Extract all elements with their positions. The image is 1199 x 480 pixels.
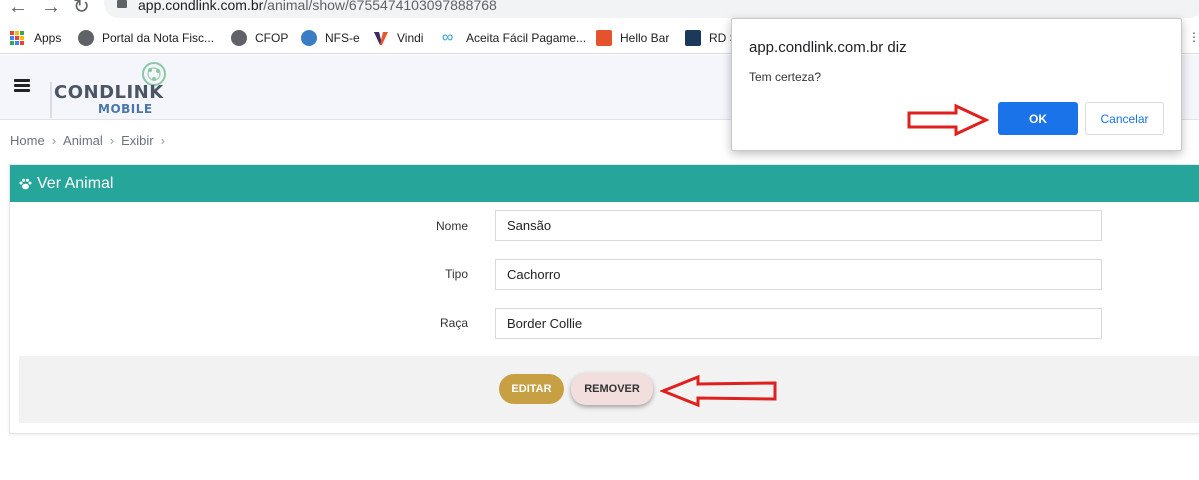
back-arrow-icon[interactable]: ← (8, 0, 28, 18)
raca-field[interactable]: Border Collie (495, 308, 1102, 339)
bookmark-nfse[interactable]: NFS-e (301, 29, 360, 47)
infinity-icon: ∞ (442, 29, 454, 46)
ok-button[interactable]: OK (998, 102, 1078, 135)
cancel-button[interactable]: Cancelar (1085, 102, 1164, 135)
forward-arrow-icon[interactable]: → (41, 0, 61, 18)
edit-button[interactable]: EDITAR (499, 374, 564, 404)
logo-divider (50, 82, 52, 118)
apps-grid-icon (10, 31, 24, 45)
lock-icon (117, 0, 127, 8)
tipo-field[interactable]: Cachorro (495, 259, 1102, 290)
paw-icon (19, 178, 32, 189)
breadcrumb-animal[interactable]: Animal (63, 133, 103, 148)
dialog-message: Tem certeza? (749, 70, 822, 84)
annotation-arrow-right-icon (907, 103, 990, 137)
panel-header: Ver Animal (10, 165, 1199, 202)
chevron-right-icon: › (160, 133, 165, 148)
bookmark-hello-bar[interactable]: Hello Bar (596, 29, 669, 47)
animal-panel: Ver Animal Nome Sansão Tipo Cachorro Raç… (9, 164, 1199, 434)
nome-field[interactable]: Sansão (495, 210, 1102, 241)
url-text[interactable]: app.condlink.com.br/animal/show/67554741… (138, 0, 497, 13)
bookmark-vindi[interactable]: Vindi (373, 29, 423, 47)
panel-title: Ver Animal (37, 174, 114, 192)
chevron-right-icon: › (109, 133, 115, 148)
globe-icon (231, 30, 247, 46)
bookmark-portal-nota-fiscal[interactable]: Portal da Nota Fisc... (78, 29, 214, 47)
logo-subtext: MOBILE (98, 102, 153, 116)
bookmark-aceita-facil[interactable]: ∞ Aceita Fácil Pagame... (442, 29, 586, 47)
chevron-right-icon: › (51, 133, 57, 148)
dialog-title: app.condlink.com.br diz (749, 39, 907, 56)
bookmark-apps[interactable]: Apps (10, 29, 61, 47)
annotation-arrow-left-icon (660, 374, 777, 408)
nfse-icon (301, 30, 317, 46)
breadcrumb-home[interactable]: Home (10, 133, 45, 148)
field-label-raca: Raça (439, 316, 468, 330)
field-label-nome: Nome (435, 219, 468, 233)
field-label-tipo: Tipo (445, 267, 468, 281)
logo-text: CONDLINK (54, 82, 164, 103)
hello-bar-icon (596, 30, 612, 46)
actions-bar: EDITAR REMOVER (19, 356, 1199, 423)
bookmark-rd[interactable]: RD S (685, 29, 738, 47)
bookmark-cfop[interactable]: CFOP (231, 29, 288, 47)
breadcrumb: Home › Animal › Exibir › (10, 133, 172, 148)
vindi-v-icon (373, 30, 389, 46)
remove-button[interactable]: REMOVER (571, 373, 653, 405)
toolbar-overflow-icon[interactable]: ⋮ (1188, 30, 1199, 44)
breadcrumb-exibir: Exibir (121, 133, 154, 148)
reload-icon[interactable]: ↻ (73, 0, 90, 18)
globe-icon (78, 30, 94, 46)
rd-station-icon (685, 30, 701, 46)
condlink-logo[interactable]: CONDLINK MOBILE (48, 60, 170, 120)
hamburger-menu-icon[interactable] (14, 79, 30, 93)
